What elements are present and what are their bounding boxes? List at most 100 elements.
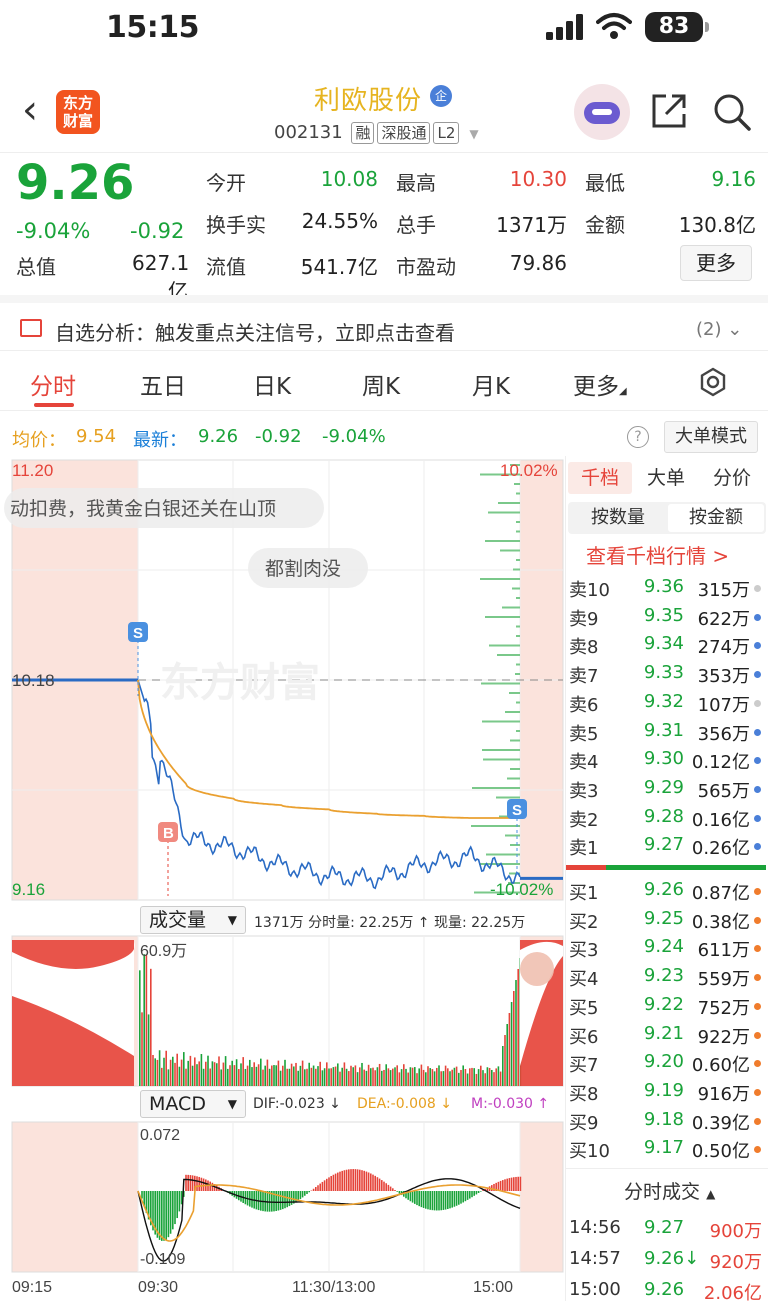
macd-bar	[161, 1191, 163, 1241]
volume-bar	[163, 1058, 165, 1086]
bid-row[interactable]: 买99.180.39亿	[566, 1107, 768, 1136]
stock-name[interactable]: 利欧股份	[314, 80, 422, 117]
macd-indicator-select[interactable]: MACD▼	[140, 1090, 246, 1118]
volume-bar	[319, 1062, 321, 1086]
volume-bar	[372, 1068, 374, 1086]
prev-close-label: 10.18	[12, 671, 55, 690]
more-button[interactable]: 更多	[680, 245, 752, 281]
tab-large-orders[interactable]: 大单	[634, 462, 698, 494]
share-icon[interactable]	[650, 92, 688, 130]
quote-label-7: 流值	[206, 251, 246, 280]
app-logo[interactable]: 东方财富	[56, 90, 100, 134]
wifi-icon	[596, 12, 632, 40]
volume-indicator-select[interactable]: 成交量▼	[140, 906, 246, 934]
ask-row[interactable]: 卖59.31356万	[566, 718, 768, 747]
level-volume: 916万	[686, 1080, 750, 1106]
sell-marker-2-label: S	[512, 802, 522, 819]
volume-bar	[262, 1070, 264, 1086]
level-volume: 0.38亿	[686, 908, 750, 934]
large-order-mode-button[interactable]: 大单模式	[664, 421, 758, 453]
stock-code-line[interactable]: 002131 融深股通L2▼	[274, 122, 479, 144]
assistant-avatar[interactable]	[574, 84, 630, 140]
gear-icon[interactable]	[698, 367, 728, 397]
bid-row[interactable]: 买49.23559万	[566, 963, 768, 992]
volume-bar	[205, 1062, 207, 1086]
volume-bar	[489, 1068, 491, 1086]
macd-bar	[511, 1178, 513, 1191]
ask-row[interactable]: 卖19.270.26亿	[566, 832, 768, 861]
tab-more[interactable]: 更多◢	[573, 367, 627, 401]
tab-thousand-level[interactable]: 千档	[568, 462, 632, 494]
ask-row[interactable]: 卖109.36315万	[566, 574, 768, 603]
chevron-down-icon[interactable]: ▼	[469, 127, 478, 141]
ask-row[interactable]: 卖29.280.16亿	[566, 804, 768, 833]
bid-row[interactable]: 买109.170.50亿	[566, 1135, 768, 1164]
level-price: 9.30	[636, 748, 684, 769]
ask-row[interactable]: 卖99.35622万	[566, 603, 768, 632]
volume-bar	[348, 1071, 350, 1086]
search-icon[interactable]	[712, 92, 752, 132]
depth-bar	[496, 797, 520, 799]
level-label: 买2	[569, 908, 598, 934]
bid-row[interactable]: 买39.24611万	[566, 934, 768, 963]
back-button[interactable]: ‹	[22, 90, 38, 130]
volume-bar	[181, 1060, 183, 1086]
volume-bar	[203, 1069, 205, 1086]
tab-daily-k[interactable]: 日K	[253, 367, 291, 401]
tab-five-day[interactable]: 五日	[140, 367, 186, 401]
level-label: 买6	[569, 1023, 598, 1049]
level-volume: 107万	[686, 691, 750, 717]
quote-value-7: 541.7亿	[296, 251, 378, 280]
trade-time: 14:56	[569, 1217, 621, 1238]
volume-bar	[311, 1068, 313, 1086]
volume-bar	[165, 1051, 167, 1086]
level-volume: 0.39亿	[686, 1109, 750, 1135]
tab-by-amount[interactable]: 按金额	[668, 504, 764, 532]
bid-row[interactable]: 买69.21922万	[566, 1021, 768, 1050]
volume-bar	[176, 1054, 178, 1086]
level-label: 买7	[569, 1051, 598, 1077]
volume-bar	[456, 1067, 458, 1086]
volume-bar	[198, 1061, 200, 1086]
macd-bar	[440, 1191, 442, 1210]
level-label: 买3	[569, 936, 598, 962]
ask-row[interactable]: 卖49.300.12亿	[566, 746, 768, 775]
help-icon[interactable]: ?	[627, 426, 649, 448]
intraday-chart[interactable]: SSB东方财富动扣费，我黄金白银还关在山顶都割肉没11.209.1610.02%…	[0, 456, 565, 1301]
latest-change: -0.92	[255, 426, 302, 447]
level-label: 买1	[569, 879, 598, 905]
level-price: 9.18	[636, 1109, 684, 1130]
volume-bar	[242, 1057, 244, 1086]
bid-row[interactable]: 买89.19916万	[566, 1078, 768, 1107]
bid-row[interactable]: 买29.250.38亿	[566, 906, 768, 935]
ask-row[interactable]: 卖79.33353万	[566, 660, 768, 689]
trades-title[interactable]: 分时成交 ▲	[624, 1177, 715, 1204]
bid-row[interactable]: 买19.260.87亿	[566, 877, 768, 906]
quote-value-5: 130.8亿	[672, 209, 756, 238]
macd-bar	[374, 1176, 376, 1191]
macd-bar	[436, 1191, 438, 1210]
tab-monthly-k[interactable]: 月K	[472, 367, 510, 401]
price-summary-line: 均价： 9.54 最新： 9.26 -0.92 -9.04% ? 大单模式	[0, 418, 768, 456]
volume-bar	[289, 1069, 291, 1086]
tab-intraday[interactable]: 分时	[30, 367, 76, 401]
macd-bar	[451, 1191, 453, 1208]
tab-weekly-k[interactable]: 周K	[362, 367, 400, 401]
ask-row[interactable]: 卖89.34274万	[566, 631, 768, 660]
ask-row[interactable]: 卖69.32107万	[566, 689, 768, 718]
bid-row[interactable]: 买59.22752万	[566, 992, 768, 1021]
view-thousand-level-link[interactable]: 查看千档行情 >	[586, 540, 729, 569]
trade-row: 14:579.26↓920万	[566, 1244, 768, 1274]
volume-bar	[223, 1063, 225, 1086]
bid-row[interactable]: 买79.200.60亿	[566, 1049, 768, 1078]
macd-bar	[473, 1191, 475, 1196]
tab-price-distribution[interactable]: 分价	[700, 462, 764, 494]
analysis-banner[interactable]: 自选分析：触发重点关注信号，立即点击查看 (2) ⌄	[0, 295, 768, 351]
depth-bar	[483, 759, 520, 761]
level-price: 9.20	[636, 1051, 684, 1072]
level-volume: 0.87亿	[686, 879, 750, 905]
volume-bar	[502, 1046, 504, 1086]
tab-by-quantity[interactable]: 按数量	[570, 504, 666, 532]
ask-row[interactable]: 卖39.29565万	[566, 775, 768, 804]
volume-bar	[381, 1071, 383, 1086]
